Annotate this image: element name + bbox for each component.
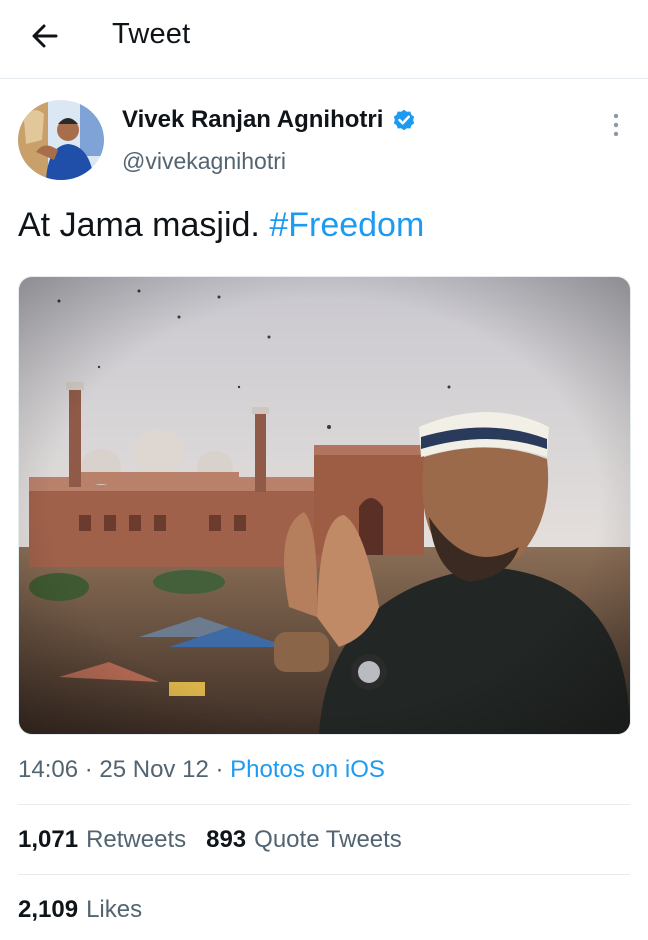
engagement-row: 1,071 Retweets 893 Quote Tweets: [18, 826, 422, 854]
retweets-count: 1,071: [18, 826, 79, 853]
divider: [18, 804, 630, 805]
meta-separator: ·: [208, 756, 231, 783]
retweets-stat[interactable]: 1,071 Retweets: [18, 826, 186, 854]
tweet-source-link[interactable]: Photos on iOS: [230, 756, 385, 784]
verified-badge-icon: [394, 109, 415, 131]
page-title: Tweet: [112, 18, 191, 50]
tweet-meta: 14:06 · 25 Nov 12 · Photos on iOS: [18, 756, 385, 784]
tweet-text: At Jama masjid. #Freedom: [18, 206, 424, 245]
quote-tweets-count: 893: [206, 826, 247, 853]
tweet-body: At Jama masjid.: [18, 206, 260, 244]
author-name[interactable]: Vivek Ranjan Agnihotri: [122, 106, 383, 134]
back-button[interactable]: [26, 18, 66, 54]
top-bar: Tweet: [0, 0, 648, 79]
likes-count: 2,109: [18, 896, 79, 923]
arrow-left-icon: [32, 24, 58, 48]
likes-label: Likes: [86, 896, 143, 923]
tweet-time: 14:06: [18, 756, 79, 783]
tweet-date: 25 Nov 12: [99, 756, 209, 783]
photo-jama-masjid: [19, 277, 630, 734]
hashtag-link[interactable]: #Freedom: [269, 206, 424, 244]
author-handle[interactable]: @vivekagnihotri: [122, 148, 286, 175]
author-row: Vivek Ranjan Agnihotri: [122, 106, 417, 134]
avatar[interactable]: [18, 100, 104, 180]
tweet-photo[interactable]: [18, 276, 631, 735]
more-vertical-icon: [613, 113, 619, 137]
quote-tweets-label: Quote Tweets: [254, 826, 402, 853]
retweets-label: Retweets: [86, 826, 187, 853]
more-options-button[interactable]: [604, 110, 628, 140]
avatar-image: [18, 100, 104, 180]
likes-stat[interactable]: 2,109 Likes: [18, 896, 142, 924]
meta-separator: ·: [78, 756, 100, 783]
divider: [18, 874, 630, 875]
likes-row: 2,109 Likes: [18, 896, 162, 924]
quote-tweets-stat[interactable]: 893 Quote Tweets: [206, 826, 402, 854]
